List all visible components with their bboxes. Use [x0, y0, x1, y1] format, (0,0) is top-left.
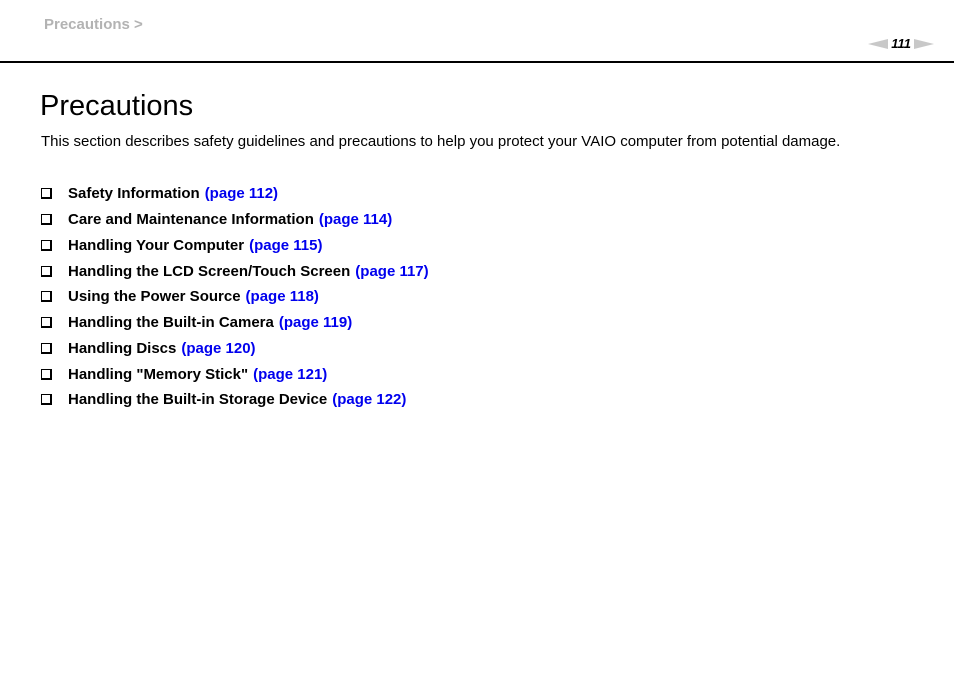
topic-label: Safety Information — [68, 185, 200, 203]
checkbox-bullet-icon — [41, 188, 52, 200]
checkbox-bullet-icon — [41, 214, 52, 226]
checkbox-bullet-icon — [41, 394, 52, 406]
list-item: Handling Discs (page 120) — [41, 336, 429, 362]
intro-text: This section describes safety guidelines… — [41, 133, 841, 150]
list-item: Handling the Built-in Storage Device (pa… — [41, 387, 429, 413]
list-item: Care and Maintenance Information (page 1… — [41, 207, 429, 233]
page-number: 111 — [891, 36, 911, 51]
page-link[interactable]: (page 122) — [332, 391, 406, 408]
page-link[interactable]: (page 119) — [279, 314, 352, 331]
topic-label: Handling Discs — [68, 339, 177, 357]
header-divider — [0, 61, 954, 63]
page-navigation: 111 — [868, 37, 934, 51]
page-link[interactable]: (page 114) — [319, 211, 392, 228]
checkbox-bullet-icon — [41, 239, 52, 251]
arrow-left-icon[interactable] — [868, 39, 889, 49]
topic-label: Handling the LCD Screen/Touch Screen — [68, 262, 351, 280]
topic-label: Using the Power Source — [68, 288, 241, 306]
list-item: Handling Your Computer (page 115) — [41, 233, 429, 259]
list-item: Handling "Memory Stick" (page 121) — [41, 361, 429, 387]
topic-list: Safety Information (page 112) Care and M… — [41, 181, 429, 413]
page-link[interactable]: (page 121) — [253, 366, 327, 383]
list-item: Handling the LCD Screen/Touch Screen (pa… — [41, 258, 429, 284]
checkbox-bullet-icon — [41, 342, 52, 354]
topic-label: Care and Maintenance Information — [68, 211, 314, 229]
page-link[interactable]: (page 118) — [246, 288, 319, 305]
topic-label: Handling Your Computer — [68, 236, 245, 254]
arrow-right-icon[interactable] — [914, 39, 934, 49]
breadcrumb: Precautions > — [44, 16, 143, 33]
page-link[interactable]: (page 117) — [355, 263, 428, 280]
topic-label: Handling "Memory Stick" — [68, 365, 249, 383]
page-title: Precautions — [40, 90, 194, 122]
page-link[interactable]: (page 120) — [181, 340, 255, 357]
checkbox-bullet-icon — [41, 265, 52, 277]
page-link[interactable]: (page 112) — [205, 185, 278, 202]
topic-label: Handling the Built-in Storage Device — [68, 391, 328, 409]
checkbox-bullet-icon — [41, 291, 52, 303]
checkbox-bullet-icon — [41, 317, 52, 329]
list-item: Using the Power Source (page 118) — [41, 284, 429, 310]
checkbox-bullet-icon — [41, 368, 52, 380]
page-link[interactable]: (page 115) — [249, 237, 322, 254]
topic-label: Handling the Built-in Camera — [68, 314, 274, 332]
list-item: Safety Information (page 112) — [41, 181, 429, 207]
list-item: Handling the Built-in Camera (page 119) — [41, 310, 429, 336]
